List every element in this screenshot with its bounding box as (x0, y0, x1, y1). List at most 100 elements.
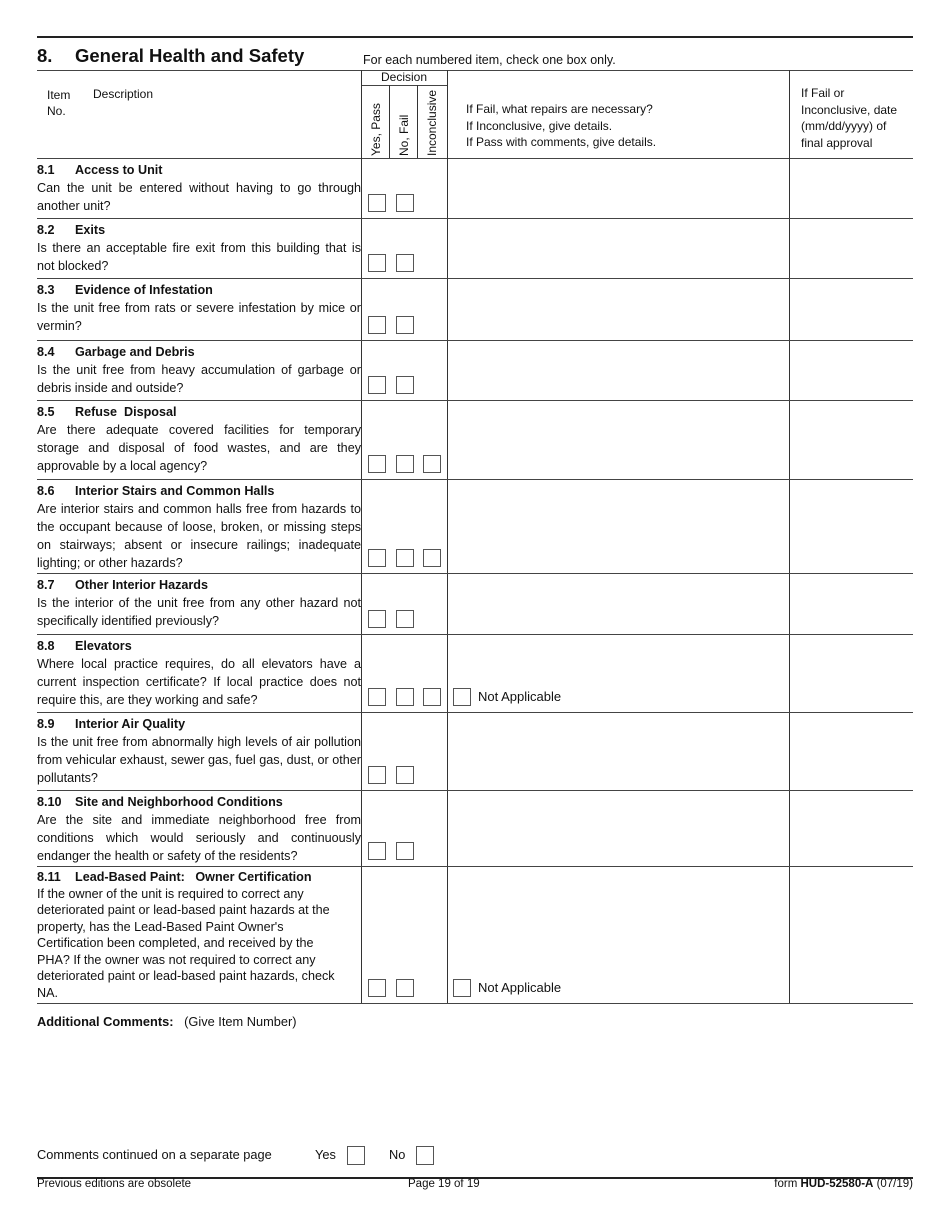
item-description: Are there adequate covered facilities fo… (37, 423, 361, 473)
item-number: 8.4 (37, 345, 55, 359)
fail-checkbox[interactable] (396, 766, 414, 784)
fail-checkbox[interactable] (396, 316, 414, 334)
approval-date-field[interactable] (790, 713, 913, 789)
comments-title: Additional Comments: (37, 1014, 174, 1029)
pass-checkbox[interactable] (368, 316, 386, 334)
approval-date-field[interactable] (790, 219, 913, 277)
repairs-details-field[interactable] (448, 791, 788, 865)
comments-continued-label: Comments continued on a separate page (37, 1147, 272, 1162)
inconclusive-checkbox[interactable] (423, 549, 441, 567)
item-heading: 8.10 Site and Neighborhood Conditions (37, 793, 361, 811)
repairs-details-field[interactable] (448, 279, 788, 339)
additional-comments-area[interactable] (37, 1036, 913, 1136)
additional-comments-label: Additional Comments: (Give Item Number) (37, 1014, 297, 1029)
fail-checkbox[interactable] (396, 194, 414, 212)
continued-yes-label: Yes (315, 1147, 336, 1162)
fail-checkbox[interactable] (396, 376, 414, 394)
approval-date-field[interactable] (790, 635, 913, 711)
repairs-details-field[interactable] (448, 635, 788, 685)
approval-date-field[interactable] (790, 480, 913, 572)
not-applicable-label: Not Applicable (478, 980, 562, 995)
form-prefix: form (774, 1178, 798, 1190)
pass-checkbox[interactable] (368, 979, 386, 997)
fail-checkbox[interactable] (396, 254, 414, 272)
fail-checkbox[interactable] (396, 688, 414, 706)
item-text: 8.9 Interior Air Quality Is the unit free … (37, 715, 361, 787)
continued-no-checkbox[interactable] (416, 1146, 434, 1165)
header-date-line: If Fail or (801, 86, 845, 100)
item-text: 8.10 Site and Neighborhood Conditions Are … (37, 793, 361, 865)
repairs-details-field[interactable] (448, 219, 788, 277)
item-heading: 8.7 Other Interior Hazards (37, 576, 361, 594)
header-date-line: (mm/dd/yyyy) of (801, 119, 887, 133)
fail-checkbox[interactable] (396, 549, 414, 567)
header-description: Description (93, 87, 154, 101)
approval-date-field[interactable] (790, 867, 913, 1002)
item-number: 8.7 (37, 578, 55, 592)
footer-form-id: form HUD-52580-A (07/19) (774, 1178, 913, 1190)
pass-checkbox[interactable] (368, 376, 386, 394)
repairs-details-field[interactable] (448, 341, 788, 399)
repairs-details-field[interactable] (448, 401, 788, 478)
pass-checkbox[interactable] (368, 549, 386, 567)
fail-checkbox[interactable] (396, 979, 414, 997)
column-divider-fail (417, 85, 418, 158)
pass-checkbox[interactable] (368, 610, 386, 628)
pass-checkbox[interactable] (368, 766, 386, 784)
fail-checkbox[interactable] (396, 610, 414, 628)
section-instruction: For each numbered item, check one box on… (363, 53, 616, 67)
item-text: 8.8 Elevators Where local practice require… (37, 637, 361, 709)
form-date: (07/19) (876, 1178, 913, 1190)
repairs-details-field[interactable] (448, 574, 788, 633)
section-title-text: General Health and Safety (75, 45, 305, 66)
approval-date-field[interactable] (790, 401, 913, 478)
pass-checkbox[interactable] (368, 688, 386, 706)
pass-checkbox[interactable] (368, 254, 386, 272)
repairs-details-field[interactable] (448, 480, 788, 572)
not-applicable-checkbox[interactable] (453, 688, 471, 706)
repairs-details-field[interactable] (448, 867, 788, 976)
item-title: Interior Stairs and Common Halls (75, 484, 275, 498)
item-description: Are the site and immediate neighborhood … (37, 813, 361, 863)
pass-checkbox[interactable] (368, 194, 386, 212)
continued-no-label: No (389, 1147, 406, 1162)
repairs-details-field[interactable] (448, 159, 788, 217)
inconclusive-checkbox[interactable] (423, 455, 441, 473)
pass-checkbox[interactable] (368, 455, 386, 473)
approval-date-field[interactable] (790, 574, 913, 633)
decision-subheader-rule (361, 85, 447, 86)
item-number: 8.2 (37, 223, 55, 237)
item-number: 8.3 (37, 283, 55, 297)
item-text: 8.2 Exits Is there an acceptable fire exit… (37, 221, 361, 275)
continued-yes-checkbox[interactable] (347, 1146, 365, 1165)
item-title: Interior Air Quality (75, 717, 186, 731)
item-title: Refuse Disposal (75, 405, 177, 419)
item-text: 8.5 Refuse Disposal Are there adequate cov… (37, 403, 361, 475)
item-number: 8.10 (37, 795, 62, 809)
section-number: 8. (37, 45, 53, 66)
item-title: Site and Neighborhood Conditions (75, 795, 283, 809)
column-divider-description (361, 70, 362, 1003)
item-text: 8.4 Garbage and Debris Is the unit free fr… (37, 343, 361, 397)
item-title: Garbage and Debris (75, 345, 195, 359)
fail-checkbox[interactable] (396, 842, 414, 860)
header-no-fail: No, Fail (397, 114, 411, 156)
column-divider-pass (389, 85, 390, 158)
item-description: Is the unit free from rats or severe inf… (37, 301, 361, 333)
approval-date-field[interactable] (790, 279, 913, 339)
repairs-details-field[interactable] (448, 713, 788, 789)
item-number: 8.6 (37, 484, 55, 498)
item-description: Is the unit free from abnormally high le… (37, 735, 361, 785)
item-title: Evidence of Infestation (75, 283, 213, 297)
form-number: HUD-52580-A (800, 1178, 874, 1190)
approval-date-field[interactable] (790, 159, 913, 217)
approval-date-field[interactable] (790, 791, 913, 865)
not-applicable-checkbox[interactable] (453, 979, 471, 997)
inconclusive-checkbox[interactable] (423, 688, 441, 706)
pass-checkbox[interactable] (368, 842, 386, 860)
item-title: Other Interior Hazards (75, 578, 208, 592)
approval-date-field[interactable] (790, 341, 913, 399)
not-applicable-label: Not Applicable (478, 689, 562, 704)
item-description: Is the unit free from heavy accumulation… (37, 363, 361, 395)
fail-checkbox[interactable] (396, 455, 414, 473)
